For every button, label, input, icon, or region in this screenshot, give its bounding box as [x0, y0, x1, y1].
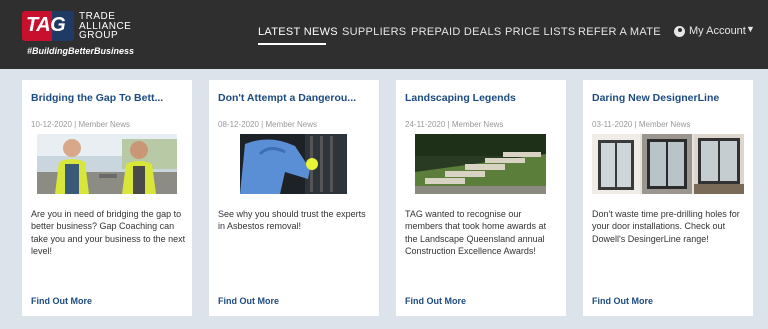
- card-image-landscaping[interactable]: [415, 134, 546, 194]
- card-excerpt: Are you in need of bridging the gap to b…: [31, 209, 186, 256]
- card-title[interactable]: Daring New DesignerLine: [592, 92, 747, 104]
- card-meta: 03-11-2020 | Member News: [592, 120, 691, 129]
- active-nav-underline: [258, 43, 326, 45]
- nav-prepaid-deals[interactable]: PREPAID DEALS: [411, 26, 502, 38]
- logo-badge: TAG: [22, 11, 74, 41]
- find-out-more-link[interactable]: Find Out More: [592, 296, 653, 306]
- news-card: Bridging the Gap To Bett... 10-12-2020 |…: [22, 80, 192, 316]
- news-card: Daring New DesignerLine 03-11-2020 | Mem…: [583, 80, 753, 316]
- nav-suppliers[interactable]: SUPPLIERS: [342, 26, 406, 38]
- find-out-more-link[interactable]: Find Out More: [405, 296, 466, 306]
- card-meta: 08-12-2020 | Member News: [218, 120, 318, 129]
- card-image-asbestos[interactable]: [240, 134, 347, 194]
- logo-name: TRADE ALLIANCE GROUP: [79, 11, 132, 41]
- card-title[interactable]: Don't Attempt a Dangerou...: [218, 92, 373, 104]
- account-label: My Account: [689, 25, 746, 37]
- card-excerpt: See why you should trust the experts in …: [218, 209, 366, 232]
- find-out-more-link[interactable]: Find Out More: [31, 296, 92, 306]
- find-out-more-link[interactable]: Find Out More: [218, 296, 279, 306]
- nav-price-lists[interactable]: PRICE LISTS: [505, 26, 576, 38]
- nav-latest-news[interactable]: LATEST NEWS: [258, 26, 338, 38]
- chevron-down-icon: ▼: [746, 24, 755, 34]
- card-title[interactable]: Landscaping Legends: [405, 92, 560, 104]
- site-header: TAG TRADE ALLIANCE GROUP #BuildingBetter…: [0, 0, 768, 69]
- news-card: Landscaping Legends 24-11-2020 | Member …: [396, 80, 566, 316]
- card-excerpt: Don't waste time pre-drilling holes for …: [592, 209, 740, 244]
- nav-refer-a-mate[interactable]: REFER A MATE: [578, 26, 661, 38]
- card-excerpt: TAG wanted to recognise our members that…: [405, 209, 547, 256]
- news-card: Don't Attempt a Dangerou... 08-12-2020 |…: [209, 80, 379, 316]
- card-meta: 24-11-2020 | Member News: [405, 120, 504, 129]
- user-icon: [674, 26, 685, 37]
- card-meta: 10-12-2020 | Member News: [31, 120, 131, 129]
- logo-badge-text: TAG: [26, 14, 66, 36]
- card-image-designerline[interactable]: [592, 134, 744, 194]
- card-title[interactable]: Bridging the Gap To Bett...: [31, 92, 186, 104]
- logo-tagline: #BuildingBetterBusiness: [27, 46, 135, 56]
- card-image-coaching[interactable]: [37, 134, 177, 194]
